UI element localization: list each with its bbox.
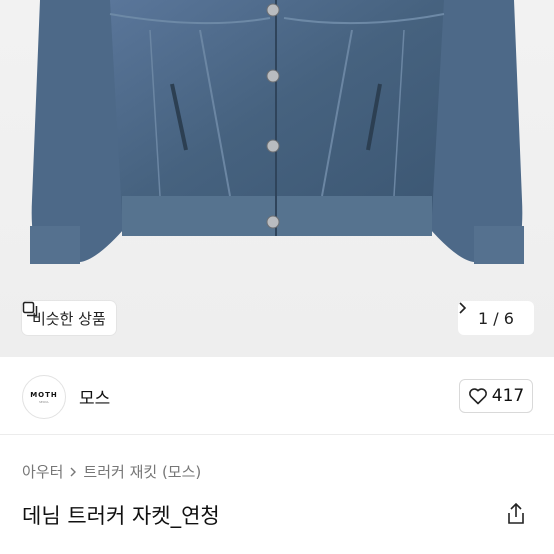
chevron-right-icon (70, 467, 77, 476)
shop-logo-subtext: SEOUL (38, 399, 50, 404)
shop-info-row: MOTH SEOUL 모스 417 (0, 357, 554, 435)
breadcrumb-subcategory[interactable]: 트러커 재킷 (모스) (83, 461, 201, 482)
breadcrumb-category[interactable]: 아우터 (22, 461, 63, 482)
shop-logo-text: MOTH (30, 390, 58, 399)
image-counter-button[interactable]: 1 / 6 (458, 301, 534, 335)
similar-items-icon (22, 301, 38, 317)
breadcrumb: 아우터 트러커 재킷 (모스) (22, 461, 201, 482)
share-icon[interactable] (505, 502, 527, 526)
product-title: 데님 트러커 자켓_연청 (22, 504, 220, 528)
heart-icon (468, 388, 487, 405)
shop-logo[interactable]: MOTH SEOUL (22, 375, 66, 419)
similar-items-label: 비슷한 상품 (32, 309, 106, 328)
like-count: 417 (491, 386, 525, 406)
product-photo[interactable]: 비슷한 상품 1 / 6 (0, 0, 554, 357)
similar-items-button[interactable]: 비슷한 상품 (22, 301, 116, 335)
shop-name[interactable]: 모스 (79, 384, 110, 409)
image-counter-text: 1 / 6 (478, 308, 514, 328)
chevron-right-icon (459, 302, 467, 314)
like-button[interactable]: 417 (459, 379, 533, 413)
